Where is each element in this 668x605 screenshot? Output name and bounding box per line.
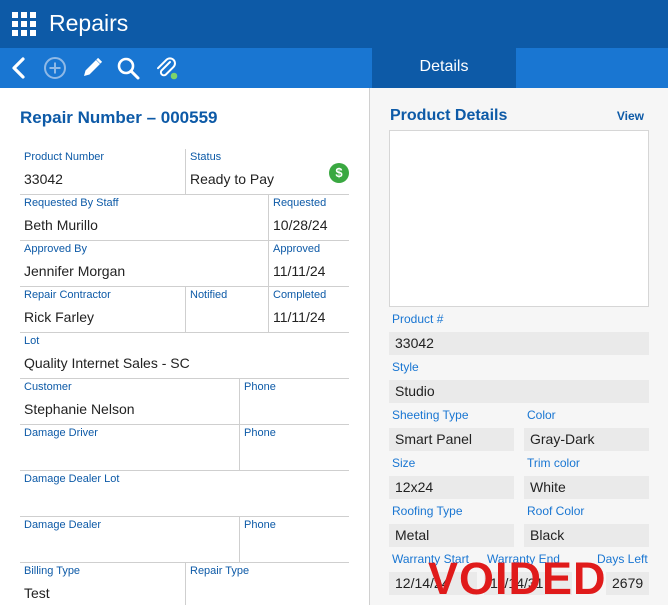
- field-label: Damage Driver: [24, 427, 98, 439]
- field-label: Lot: [24, 335, 40, 347]
- billing-type-field[interactable]: Billing Type Test: [20, 563, 185, 605]
- dollar-status-icon: $: [329, 163, 349, 183]
- sheeting-type-label: Sheeting Type: [392, 408, 469, 422]
- tab-details[interactable]: Details: [372, 48, 516, 88]
- damage-driver-phone-field[interactable]: Phone: [239, 425, 349, 471]
- field-label: Phone: [244, 519, 276, 531]
- field-value: 33042: [24, 171, 63, 187]
- damage-dealer-field[interactable]: Damage Dealer: [20, 517, 239, 563]
- approved-date-field[interactable]: Approved 11/11/24: [268, 241, 349, 287]
- damage-dealer-lot-field[interactable]: Damage Dealer Lot: [20, 471, 349, 517]
- field-label: Status: [190, 151, 222, 163]
- damage-dealer-phone-field[interactable]: Phone: [239, 517, 349, 563]
- product-image: [389, 130, 649, 307]
- apps-grid-icon[interactable]: [12, 12, 36, 36]
- field-value: Quality Internet Sales - SC: [24, 355, 190, 371]
- product-details-panel: Product Details View Product # 33042 Sty…: [370, 88, 668, 605]
- repair-type-field[interactable]: Repair Type: [185, 563, 349, 605]
- damage-driver-field[interactable]: Damage Driver: [20, 425, 239, 471]
- field-value: Jennifer Morgan: [24, 263, 126, 279]
- roofing-type-value: Metal: [389, 524, 514, 547]
- customer-phone-field[interactable]: Phone: [239, 379, 349, 425]
- approved-by-field[interactable]: Approved By Jennifer Morgan: [20, 241, 268, 287]
- toolbar: Details: [0, 48, 668, 88]
- field-label: Damage Dealer Lot: [24, 473, 120, 485]
- field-label: Requested: [273, 197, 327, 209]
- field-value: Beth Murillo: [24, 217, 98, 233]
- requested-by-staff-field[interactable]: Requested By Staff Beth Murillo: [20, 195, 268, 241]
- field-label: Requested By Staff: [24, 197, 119, 209]
- view-link[interactable]: View: [617, 109, 644, 123]
- field-label: Notified: [190, 289, 228, 301]
- field-value: Ready to Pay: [190, 171, 275, 187]
- sheeting-type-value: Smart Panel: [389, 428, 514, 451]
- field-label: Product Number: [24, 151, 105, 163]
- app-title: Repairs: [49, 10, 129, 36]
- field-value: Stephanie Nelson: [24, 401, 135, 417]
- status-field[interactable]: Status Ready to Pay $: [185, 149, 349, 195]
- field-label: Repair Contractor: [24, 289, 111, 301]
- field-value: Rick Farley: [24, 309, 95, 325]
- repair-contractor-field[interactable]: Repair Contractor Rick Farley: [20, 287, 185, 333]
- product-num-value: 33042: [389, 332, 649, 355]
- color-label: Color: [527, 408, 556, 422]
- field-value: 11/11/24: [273, 309, 326, 325]
- completed-date-field[interactable]: Completed 11/11/24: [268, 287, 349, 333]
- roof-color-label: Roof Color: [527, 504, 585, 518]
- voided-stamp: VOIDED: [428, 553, 607, 604]
- field-label: Damage Dealer: [24, 519, 102, 531]
- back-icon[interactable]: [6, 55, 32, 81]
- field-label: Phone: [244, 381, 276, 393]
- field-label: Approved: [273, 243, 321, 255]
- repair-number-title: Repair Number – 000559: [20, 108, 218, 127]
- edit-pencil-icon[interactable]: [79, 55, 105, 81]
- search-icon[interactable]: [115, 55, 141, 81]
- field-value: 11/11/24: [273, 263, 326, 279]
- product-num-label: Product #: [392, 312, 444, 326]
- product-number-field[interactable]: Product Number 33042: [20, 149, 185, 195]
- customer-field[interactable]: Customer Stephanie Nelson: [20, 379, 239, 425]
- field-label: Approved By: [24, 243, 87, 255]
- roof-color-value: Black: [524, 524, 649, 547]
- style-value: Studio: [389, 380, 649, 403]
- field-label: Billing Type: [24, 565, 81, 577]
- requested-date-field[interactable]: Requested 10/28/24: [268, 195, 349, 241]
- repair-form: Repair Number – 000559 Product Number 33…: [0, 88, 369, 605]
- product-details-title: Product Details: [390, 107, 508, 124]
- days-left-value: 2679: [606, 572, 649, 595]
- trim-color-value: White: [524, 476, 649, 499]
- color-value: Gray-Dark: [524, 428, 649, 451]
- add-circle-icon[interactable]: [42, 55, 68, 81]
- roofing-type-label: Roofing Type: [392, 504, 463, 518]
- field-value: Test: [24, 585, 50, 601]
- field-label: Phone: [244, 427, 276, 439]
- field-value: 10/28/24: [273, 217, 328, 233]
- trim-color-label: Trim color: [527, 456, 580, 470]
- field-label: Completed: [273, 289, 327, 301]
- size-value: 12x24: [389, 476, 514, 499]
- attachment-icon[interactable]: [153, 55, 179, 81]
- size-label: Size: [392, 456, 416, 470]
- field-label: Customer: [24, 381, 72, 393]
- lot-field[interactable]: Lot Quality Internet Sales - SC: [20, 333, 349, 379]
- notified-field[interactable]: Notified: [185, 287, 268, 333]
- style-label: Style: [392, 360, 419, 374]
- app-header: Repairs: [0, 0, 668, 48]
- field-label: Repair Type: [190, 565, 250, 577]
